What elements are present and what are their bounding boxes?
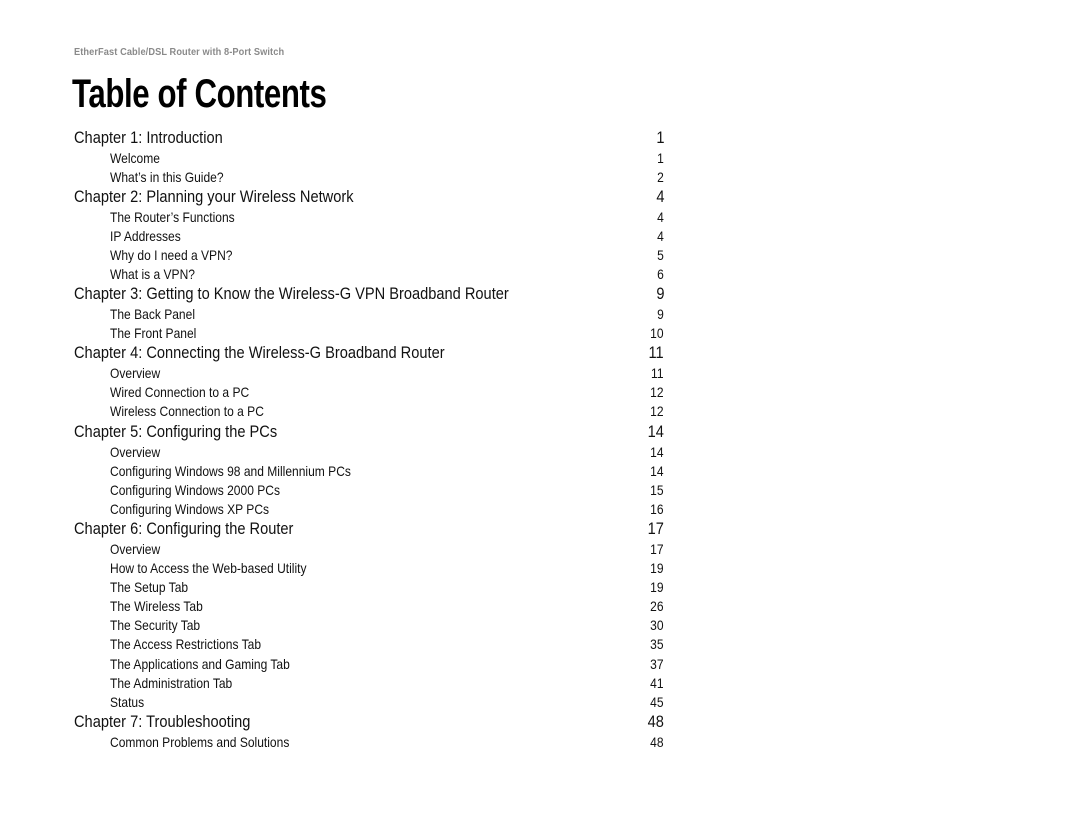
toc-chapter-entry[interactable]: Chapter 5: Configuring the PCs 14 bbox=[74, 421, 664, 442]
toc-section-entry[interactable]: Status 45 bbox=[74, 692, 664, 711]
toc-section-entry[interactable]: The Setup Tab 19 bbox=[74, 578, 664, 597]
section-page-number: 45 bbox=[650, 693, 664, 710]
section-title: The Router’s Functions bbox=[110, 208, 235, 225]
section-page-number: 12 bbox=[650, 384, 664, 401]
section-title: Configuring Windows XP PCs bbox=[110, 500, 270, 517]
chapter-title: Chapter 7: Troubleshooting bbox=[74, 711, 251, 731]
section-title: The Setup Tab bbox=[110, 579, 189, 596]
chapter-title: Chapter 2: Planning your Wireless Networ… bbox=[74, 186, 354, 206]
section-title: How to Access the Web-based Utility bbox=[110, 560, 307, 577]
section-title: Overview bbox=[110, 443, 161, 460]
section-title: What’s in this Guide? bbox=[110, 168, 224, 185]
section-page-number: 4 bbox=[657, 227, 664, 244]
section-page-number: 17 bbox=[650, 540, 664, 557]
section-page-number: 10 bbox=[650, 325, 664, 342]
toc-chapter-entry[interactable]: Chapter 7: Troubleshooting 48 bbox=[74, 711, 664, 732]
section-page-number: 35 bbox=[650, 636, 664, 653]
toc-chapter-entry[interactable]: Chapter 6: Configuring the Router 17 bbox=[74, 518, 664, 539]
chapter-page-number: 4 bbox=[655, 186, 664, 206]
section-title: Welcome bbox=[110, 149, 160, 166]
page-title: Table of Contents bbox=[72, 72, 327, 116]
section-page-number: 9 bbox=[657, 306, 664, 323]
section-page-number: 1 bbox=[657, 149, 664, 166]
toc-section-entry[interactable]: The Wireless Tab 26 bbox=[74, 597, 664, 616]
toc-section-entry[interactable]: How to Access the Web-based Utility 19 bbox=[74, 559, 664, 578]
section-page-number: 2 bbox=[657, 168, 664, 185]
chapter-title: Chapter 6: Configuring the Router bbox=[74, 518, 294, 538]
chapter-page-number: 1 bbox=[655, 127, 664, 147]
chapter-title: Chapter 3: Getting to Know the Wireless-… bbox=[74, 284, 509, 304]
section-title: The Access Restrictions Tab bbox=[110, 636, 262, 653]
section-title: Configuring Windows 98 and Millennium PC… bbox=[110, 462, 351, 479]
toc-section-entry[interactable]: IP Addresses 4 bbox=[74, 226, 664, 245]
chapter-page-number: 48 bbox=[647, 711, 664, 731]
toc-section-entry[interactable]: Common Problems and Solutions 48 bbox=[74, 732, 664, 751]
section-title: Wireless Connection to a PC bbox=[110, 403, 264, 420]
chapter-page-number: 14 bbox=[647, 421, 664, 441]
toc-section-entry[interactable]: The Front Panel 10 bbox=[74, 324, 664, 343]
section-title: Wired Connection to a PC bbox=[110, 384, 250, 401]
toc-section-entry[interactable]: What’s in this Guide? 2 bbox=[74, 167, 664, 186]
section-title: The Administration Tab bbox=[110, 674, 233, 691]
section-title: Why do I need a VPN? bbox=[110, 246, 233, 263]
toc-section-entry[interactable]: The Administration Tab 41 bbox=[74, 673, 664, 692]
running-header: EtherFast Cable/DSL Router with 8-Port S… bbox=[74, 46, 285, 58]
toc-section-entry[interactable]: What is a VPN? 6 bbox=[74, 264, 664, 283]
toc-section-entry[interactable]: The Access Restrictions Tab 35 bbox=[74, 635, 664, 654]
toc-section-entry[interactable]: The Router’s Functions 4 bbox=[74, 207, 664, 226]
section-page-number: 19 bbox=[650, 560, 664, 577]
toc-section-entry[interactable]: The Applications and Gaming Tab 37 bbox=[74, 654, 664, 673]
toc-section-entry[interactable]: Why do I need a VPN? 5 bbox=[74, 245, 664, 264]
section-page-number: 12 bbox=[650, 403, 664, 420]
toc-section-entry[interactable]: Configuring Windows XP PCs 16 bbox=[74, 499, 664, 518]
section-page-number: 26 bbox=[650, 598, 664, 615]
chapter-page-number: 17 bbox=[647, 518, 664, 538]
section-title: The Applications and Gaming Tab bbox=[110, 655, 290, 672]
chapter-title: Chapter 4: Connecting the Wireless-G Bro… bbox=[74, 343, 445, 363]
section-page-number: 14 bbox=[650, 462, 664, 479]
toc-section-entry[interactable]: The Back Panel 9 bbox=[74, 305, 664, 324]
toc-section-entry[interactable]: Overview 14 bbox=[74, 442, 664, 461]
section-page-number: 16 bbox=[650, 500, 664, 517]
section-title: Overview bbox=[110, 540, 161, 557]
toc-section-entry[interactable]: The Security Tab 30 bbox=[74, 616, 664, 635]
section-page-number: 6 bbox=[657, 266, 664, 283]
section-title: What is a VPN? bbox=[110, 266, 195, 283]
section-title: IP Addresses bbox=[110, 227, 181, 244]
table-of-contents: Chapter 1: Introduction 1 Welcome 1 What’s i… bbox=[74, 127, 664, 751]
section-title: The Front Panel bbox=[110, 325, 197, 342]
toc-chapter-entry[interactable]: Chapter 3: Getting to Know the Wireless-… bbox=[74, 284, 664, 305]
section-page-number: 5 bbox=[657, 246, 664, 263]
toc-section-entry[interactable]: Welcome 1 bbox=[74, 148, 664, 167]
section-title: The Security Tab bbox=[110, 617, 201, 634]
section-page-number: 48 bbox=[650, 733, 664, 750]
section-page-number: 19 bbox=[650, 579, 664, 596]
section-title: The Wireless Tab bbox=[110, 598, 203, 615]
section-page-number: 30 bbox=[650, 617, 664, 634]
toc-section-entry[interactable]: Configuring Windows 98 and Millennium PC… bbox=[74, 461, 664, 480]
section-page-number: 37 bbox=[650, 655, 664, 672]
toc-section-entry[interactable]: Wireless Connection to a PC 12 bbox=[74, 402, 664, 421]
section-page-number: 14 bbox=[650, 443, 664, 460]
section-title: Overview bbox=[110, 365, 161, 382]
toc-chapter-entry[interactable]: Chapter 4: Connecting the Wireless-G Bro… bbox=[74, 343, 664, 364]
section-page-number: 4 bbox=[657, 208, 664, 225]
section-page-number: 11 bbox=[651, 365, 664, 382]
chapter-title: Chapter 5: Configuring the PCs bbox=[74, 421, 278, 441]
section-page-number: 41 bbox=[650, 674, 664, 691]
chapter-page-number: 11 bbox=[648, 343, 664, 363]
toc-section-entry[interactable]: Configuring Windows 2000 PCs 15 bbox=[74, 480, 664, 499]
section-title: The Back Panel bbox=[110, 306, 196, 323]
section-title: Status bbox=[110, 693, 145, 710]
toc-section-entry[interactable]: Overview 17 bbox=[74, 539, 664, 558]
chapter-title: Chapter 1: Introduction bbox=[74, 127, 223, 147]
section-title: Configuring Windows 2000 PCs bbox=[110, 481, 280, 498]
toc-section-entry[interactable]: Wired Connection to a PC 12 bbox=[74, 383, 664, 402]
toc-section-entry[interactable]: Overview 11 bbox=[74, 364, 664, 383]
section-page-number: 15 bbox=[650, 481, 664, 498]
toc-chapter-entry[interactable]: Chapter 2: Planning your Wireless Networ… bbox=[74, 186, 664, 207]
chapter-page-number: 9 bbox=[655, 284, 664, 304]
toc-chapter-entry[interactable]: Chapter 1: Introduction 1 bbox=[74, 127, 664, 148]
section-title: Common Problems and Solutions bbox=[110, 733, 290, 750]
